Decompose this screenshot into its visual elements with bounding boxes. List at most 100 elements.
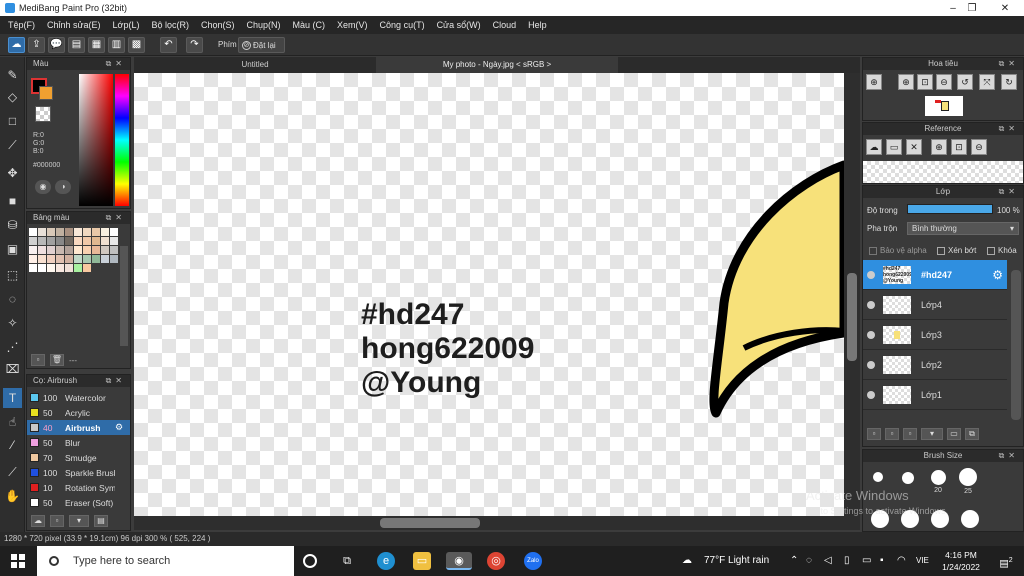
brush-tool-icon[interactable]: ✎ xyxy=(3,65,22,85)
brush-item-sparkle[interactable]: 100 Sparkle Brush xyxy=(27,465,130,480)
magic-wand-tool-icon[interactable]: ✧ xyxy=(3,313,22,333)
palette-swatch[interactable] xyxy=(47,264,55,272)
eyedropper-tool-icon[interactable]: ⁄ xyxy=(3,435,22,455)
brush-size-option[interactable] xyxy=(895,472,921,486)
redo-icon[interactable]: ↷ xyxy=(186,37,203,53)
transparent-color-swatch[interactable] xyxy=(35,106,51,122)
protect-alpha-checkbox[interactable]: Bảo vệ alpha xyxy=(869,246,927,255)
brush-item-airbrush[interactable]: 40 Airbrush ⚙ xyxy=(27,420,130,435)
palette-swatch[interactable] xyxy=(110,228,118,236)
task-view-icon[interactable]: ⧉ xyxy=(338,552,356,570)
palette-swatch[interactable] xyxy=(83,246,91,254)
new-layer-icon[interactable]: ▫ xyxy=(867,428,881,440)
menu-tools[interactable]: Công cụ(T) xyxy=(374,20,431,30)
camera-icon[interactable]: ▪ xyxy=(880,546,884,576)
palette-swatch[interactable] xyxy=(29,237,37,245)
menu-select[interactable]: Chọn(S) xyxy=(195,20,241,30)
fit-icon[interactable]: ⊡ xyxy=(951,139,967,155)
comment-icon[interactable]: ▤ xyxy=(68,37,85,53)
palette-swatch[interactable] xyxy=(47,237,55,245)
eye-icon[interactable] xyxy=(867,300,875,309)
palette-swatch[interactable] xyxy=(38,228,46,236)
palette-swatch[interactable] xyxy=(92,228,100,236)
network-icon[interactable]: ◌ xyxy=(806,546,812,576)
palette-swatch[interactable] xyxy=(83,228,91,236)
edge-icon[interactable]: e xyxy=(377,552,395,570)
palette-swatch[interactable] xyxy=(110,264,118,272)
canvas-vertical-scrollbar[interactable] xyxy=(844,73,860,516)
folder-icon[interactable]: ▭ xyxy=(886,139,902,155)
tab-my-photo[interactable]: My photo - Ngày.jpg < sRGB > xyxy=(376,57,618,73)
menu-window[interactable]: Cửa sổ(W) xyxy=(431,20,487,30)
battery-icon[interactable]: ▭ xyxy=(862,546,871,576)
brush-item-acrylic[interactable]: 50 Acrylic xyxy=(27,405,130,420)
panel-controls-icon[interactable]: ⧉✕ xyxy=(999,450,1019,462)
cloud-brush-icon[interactable]: ☁ xyxy=(31,515,45,527)
rotate-left-icon[interactable]: ↺ xyxy=(957,74,973,90)
chevron-up-icon[interactable]: ⌃ xyxy=(790,546,798,576)
canvas-area[interactable]: #hd247 hong622009 @Young xyxy=(134,73,844,516)
select-tool-icon[interactable]: ⬚ xyxy=(3,265,22,285)
layer-row[interactable]: Lớp1 xyxy=(863,380,1007,410)
hue-slider[interactable] xyxy=(115,74,129,206)
saturation-value-picker[interactable] xyxy=(79,74,113,206)
file-explorer-icon[interactable]: ▭ xyxy=(413,552,431,570)
palette-swatch[interactable] xyxy=(56,255,64,263)
palette-swatch[interactable] xyxy=(38,237,46,245)
brush-size-option[interactable]: 25 xyxy=(955,468,981,495)
palette-swatch[interactable] xyxy=(83,264,91,272)
palette-scrollbar[interactable] xyxy=(120,246,128,346)
text-tool-icon[interactable]: T xyxy=(3,388,22,408)
palette-swatch[interactable] xyxy=(74,246,82,254)
brush-item-watercolor[interactable]: 100 Watercolor xyxy=(27,390,130,405)
palette-swatch[interactable] xyxy=(56,237,64,245)
palette-swatch[interactable] xyxy=(101,264,109,272)
gear-icon[interactable]: ⚙ xyxy=(992,268,1003,282)
palette-swatch[interactable] xyxy=(83,255,91,263)
menu-snap[interactable]: Chụp(N) xyxy=(241,20,287,30)
move-tool-icon[interactable]: ✥ xyxy=(3,163,22,183)
brush-item-rotation-symmetry[interactable]: 10 Rotation Symmetry xyxy=(27,480,130,495)
reset-button[interactable]: ⊘ Đặt lại xyxy=(238,37,285,53)
palette-swatch[interactable] xyxy=(38,246,46,254)
rectangle-tool-icon[interactable]: □ xyxy=(3,111,22,131)
background-color-swatch[interactable] xyxy=(39,86,53,100)
weather-icon[interactable]: ☁ xyxy=(682,546,692,576)
palette-swatch[interactable] xyxy=(101,255,109,263)
speech-bubble-icon[interactable]: 💬 xyxy=(48,37,65,53)
palette-swatch[interactable] xyxy=(29,228,37,236)
palette-swatch[interactable] xyxy=(29,246,37,254)
rotate-right-icon[interactable]: ↻ xyxy=(1001,74,1017,90)
panel-controls-icon[interactable]: ⧉✕ xyxy=(999,123,1019,135)
palette-swatch[interactable] xyxy=(38,255,46,263)
zoom-out-icon[interactable]: ⊖ xyxy=(971,139,987,155)
page-icon[interactable]: ▦ xyxy=(88,37,105,53)
clipping-checkbox[interactable]: Xén bớt xyxy=(937,246,976,255)
new-halftone-layer-icon[interactable]: ▫ xyxy=(885,428,899,440)
color-wheel-icon[interactable]: ◉ xyxy=(35,180,51,194)
palette-swatch[interactable] xyxy=(74,237,82,245)
notification-center-icon[interactable]: ▤2 xyxy=(994,546,1018,576)
lasso-tool-icon[interactable]: ◌ xyxy=(3,289,22,309)
menu-cloud[interactable]: Cloud xyxy=(487,20,523,30)
add-layer-menu-icon[interactable]: ▾ xyxy=(921,428,943,440)
palette-swatch[interactable] xyxy=(83,237,91,245)
wifi-icon[interactable]: ◠ xyxy=(897,546,906,576)
eye-icon[interactable] xyxy=(867,270,875,279)
brush-settings-icon[interactable]: ▤ xyxy=(94,515,108,527)
palette-swatch[interactable] xyxy=(110,237,118,245)
brush-item-eraser-soft[interactable]: 50 Eraser (Soft) xyxy=(27,495,130,510)
medibang-taskbar-icon[interactable]: ◉ xyxy=(446,552,472,570)
panel-controls-icon[interactable]: ⧉✕ xyxy=(106,212,126,224)
menu-edit[interactable]: Chỉnh sửa(E) xyxy=(41,20,107,30)
palette-swatch[interactable] xyxy=(92,255,100,263)
palette-swatch[interactable] xyxy=(74,255,82,263)
zoom-in-icon[interactable]: ⊕ xyxy=(898,74,914,90)
start-button[interactable] xyxy=(0,546,36,576)
brush-item-blur[interactable]: 50 Blur xyxy=(27,435,130,450)
gear-icon[interactable]: ⚙ xyxy=(115,422,123,433)
new-8bit-layer-icon[interactable]: ▫ xyxy=(903,428,917,440)
palette-swatch[interactable] xyxy=(38,264,46,272)
close-button[interactable]: ✕ xyxy=(988,0,1022,16)
microphone-icon[interactable]: ▯ xyxy=(844,546,850,576)
